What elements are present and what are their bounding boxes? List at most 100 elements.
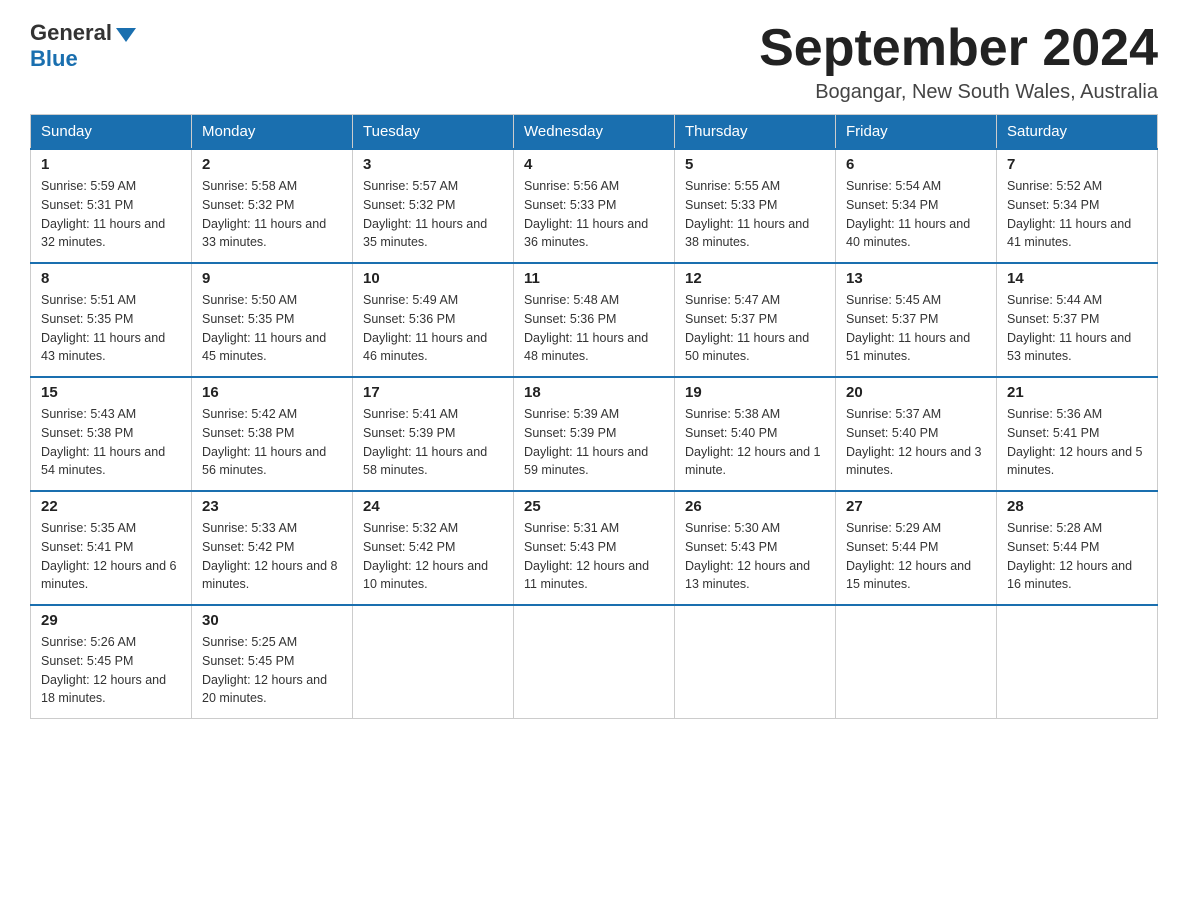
day-info: Sunrise: 5:48 AM Sunset: 5:36 PM Dayligh… (524, 291, 664, 366)
day-number: 18 (524, 384, 664, 401)
day-number: 1 (41, 156, 181, 173)
day-number: 25 (524, 498, 664, 515)
calendar-cell: 27 Sunrise: 5:29 AM Sunset: 5:44 PM Dayl… (836, 491, 997, 605)
calendar-week-row: 1 Sunrise: 5:59 AM Sunset: 5:31 PM Dayli… (31, 149, 1158, 263)
day-number: 22 (41, 498, 181, 515)
day-number: 3 (363, 156, 503, 173)
day-info: Sunrise: 5:51 AM Sunset: 5:35 PM Dayligh… (41, 291, 181, 366)
page-header: General Blue September 2024 Bogangar, Ne… (30, 20, 1158, 104)
calendar-cell: 1 Sunrise: 5:59 AM Sunset: 5:31 PM Dayli… (31, 149, 192, 263)
day-number: 21 (1007, 384, 1147, 401)
calendar-cell (353, 605, 514, 719)
logo: General Blue (30, 20, 136, 72)
day-info: Sunrise: 5:37 AM Sunset: 5:40 PM Dayligh… (846, 405, 986, 480)
day-number: 23 (202, 498, 342, 515)
day-number: 7 (1007, 156, 1147, 173)
calendar-cell: 6 Sunrise: 5:54 AM Sunset: 5:34 PM Dayli… (836, 149, 997, 263)
day-number: 10 (363, 270, 503, 287)
day-info: Sunrise: 5:45 AM Sunset: 5:37 PM Dayligh… (846, 291, 986, 366)
calendar-table: SundayMondayTuesdayWednesdayThursdayFrid… (30, 114, 1158, 719)
day-info: Sunrise: 5:41 AM Sunset: 5:39 PM Dayligh… (363, 405, 503, 480)
calendar-cell: 14 Sunrise: 5:44 AM Sunset: 5:37 PM Dayl… (997, 263, 1158, 377)
calendar-cell: 10 Sunrise: 5:49 AM Sunset: 5:36 PM Dayl… (353, 263, 514, 377)
calendar-cell: 2 Sunrise: 5:58 AM Sunset: 5:32 PM Dayli… (192, 149, 353, 263)
day-info: Sunrise: 5:38 AM Sunset: 5:40 PM Dayligh… (685, 405, 825, 480)
day-info: Sunrise: 5:29 AM Sunset: 5:44 PM Dayligh… (846, 519, 986, 594)
calendar-cell (514, 605, 675, 719)
day-info: Sunrise: 5:31 AM Sunset: 5:43 PM Dayligh… (524, 519, 664, 594)
day-number: 29 (41, 612, 181, 629)
day-number: 9 (202, 270, 342, 287)
day-number: 14 (1007, 270, 1147, 287)
day-info: Sunrise: 5:49 AM Sunset: 5:36 PM Dayligh… (363, 291, 503, 366)
day-number: 20 (846, 384, 986, 401)
calendar-cell: 25 Sunrise: 5:31 AM Sunset: 5:43 PM Dayl… (514, 491, 675, 605)
calendar-cell: 18 Sunrise: 5:39 AM Sunset: 5:39 PM Dayl… (514, 377, 675, 491)
calendar-cell: 24 Sunrise: 5:32 AM Sunset: 5:42 PM Dayl… (353, 491, 514, 605)
calendar-cell: 7 Sunrise: 5:52 AM Sunset: 5:34 PM Dayli… (997, 149, 1158, 263)
calendar-cell: 4 Sunrise: 5:56 AM Sunset: 5:33 PM Dayli… (514, 149, 675, 263)
day-info: Sunrise: 5:33 AM Sunset: 5:42 PM Dayligh… (202, 519, 342, 594)
calendar-cell: 11 Sunrise: 5:48 AM Sunset: 5:36 PM Dayl… (514, 263, 675, 377)
calendar-cell: 9 Sunrise: 5:50 AM Sunset: 5:35 PM Dayli… (192, 263, 353, 377)
column-header-saturday: Saturday (997, 115, 1158, 150)
calendar-cell: 8 Sunrise: 5:51 AM Sunset: 5:35 PM Dayli… (31, 263, 192, 377)
day-info: Sunrise: 5:42 AM Sunset: 5:38 PM Dayligh… (202, 405, 342, 480)
day-info: Sunrise: 5:57 AM Sunset: 5:32 PM Dayligh… (363, 177, 503, 252)
calendar-cell: 28 Sunrise: 5:28 AM Sunset: 5:44 PM Dayl… (997, 491, 1158, 605)
calendar-cell: 15 Sunrise: 5:43 AM Sunset: 5:38 PM Dayl… (31, 377, 192, 491)
day-number: 27 (846, 498, 986, 515)
day-number: 30 (202, 612, 342, 629)
day-info: Sunrise: 5:36 AM Sunset: 5:41 PM Dayligh… (1007, 405, 1147, 480)
column-header-thursday: Thursday (675, 115, 836, 150)
calendar-cell (997, 605, 1158, 719)
day-info: Sunrise: 5:47 AM Sunset: 5:37 PM Dayligh… (685, 291, 825, 366)
day-number: 11 (524, 270, 664, 287)
day-number: 17 (363, 384, 503, 401)
day-number: 13 (846, 270, 986, 287)
calendar-week-row: 15 Sunrise: 5:43 AM Sunset: 5:38 PM Dayl… (31, 377, 1158, 491)
day-info: Sunrise: 5:52 AM Sunset: 5:34 PM Dayligh… (1007, 177, 1147, 252)
day-info: Sunrise: 5:55 AM Sunset: 5:33 PM Dayligh… (685, 177, 825, 252)
column-header-sunday: Sunday (31, 115, 192, 150)
calendar-cell: 21 Sunrise: 5:36 AM Sunset: 5:41 PM Dayl… (997, 377, 1158, 491)
day-number: 26 (685, 498, 825, 515)
day-info: Sunrise: 5:39 AM Sunset: 5:39 PM Dayligh… (524, 405, 664, 480)
day-info: Sunrise: 5:28 AM Sunset: 5:44 PM Dayligh… (1007, 519, 1147, 594)
column-header-monday: Monday (192, 115, 353, 150)
logo-general: General (30, 20, 112, 46)
calendar-cell: 16 Sunrise: 5:42 AM Sunset: 5:38 PM Dayl… (192, 377, 353, 491)
day-number: 24 (363, 498, 503, 515)
day-info: Sunrise: 5:56 AM Sunset: 5:33 PM Dayligh… (524, 177, 664, 252)
column-header-wednesday: Wednesday (514, 115, 675, 150)
calendar-cell: 5 Sunrise: 5:55 AM Sunset: 5:33 PM Dayli… (675, 149, 836, 263)
day-info: Sunrise: 5:59 AM Sunset: 5:31 PM Dayligh… (41, 177, 181, 252)
calendar-cell: 12 Sunrise: 5:47 AM Sunset: 5:37 PM Dayl… (675, 263, 836, 377)
calendar-week-row: 8 Sunrise: 5:51 AM Sunset: 5:35 PM Dayli… (31, 263, 1158, 377)
day-info: Sunrise: 5:30 AM Sunset: 5:43 PM Dayligh… (685, 519, 825, 594)
logo-text: General (30, 20, 136, 46)
day-info: Sunrise: 5:35 AM Sunset: 5:41 PM Dayligh… (41, 519, 181, 594)
month-title: September 2024 (759, 20, 1158, 77)
day-number: 2 (202, 156, 342, 173)
calendar-week-row: 29 Sunrise: 5:26 AM Sunset: 5:45 PM Dayl… (31, 605, 1158, 719)
calendar-header-row: SundayMondayTuesdayWednesdayThursdayFrid… (31, 115, 1158, 150)
column-header-tuesday: Tuesday (353, 115, 514, 150)
day-info: Sunrise: 5:54 AM Sunset: 5:34 PM Dayligh… (846, 177, 986, 252)
calendar-cell: 22 Sunrise: 5:35 AM Sunset: 5:41 PM Dayl… (31, 491, 192, 605)
calendar-cell: 19 Sunrise: 5:38 AM Sunset: 5:40 PM Dayl… (675, 377, 836, 491)
day-number: 16 (202, 384, 342, 401)
calendar-cell (675, 605, 836, 719)
day-info: Sunrise: 5:32 AM Sunset: 5:42 PM Dayligh… (363, 519, 503, 594)
calendar-week-row: 22 Sunrise: 5:35 AM Sunset: 5:41 PM Dayl… (31, 491, 1158, 605)
calendar-cell (836, 605, 997, 719)
calendar-cell: 23 Sunrise: 5:33 AM Sunset: 5:42 PM Dayl… (192, 491, 353, 605)
calendar-cell: 30 Sunrise: 5:25 AM Sunset: 5:45 PM Dayl… (192, 605, 353, 719)
day-info: Sunrise: 5:26 AM Sunset: 5:45 PM Dayligh… (41, 633, 181, 708)
calendar-cell: 13 Sunrise: 5:45 AM Sunset: 5:37 PM Dayl… (836, 263, 997, 377)
day-number: 15 (41, 384, 181, 401)
day-number: 5 (685, 156, 825, 173)
day-info: Sunrise: 5:50 AM Sunset: 5:35 PM Dayligh… (202, 291, 342, 366)
day-number: 6 (846, 156, 986, 173)
day-info: Sunrise: 5:25 AM Sunset: 5:45 PM Dayligh… (202, 633, 342, 708)
